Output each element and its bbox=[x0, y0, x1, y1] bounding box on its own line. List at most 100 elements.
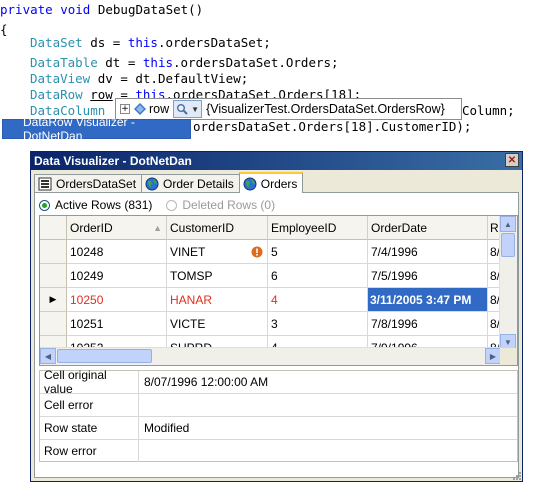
grid-cell[interactable]: 10248 bbox=[67, 240, 167, 264]
code-token: DataTable bbox=[30, 55, 98, 70]
datatip-value: {VisualizerTest.OrdersDataSet.OrdersRow} bbox=[206, 102, 445, 116]
scroll-left-icon[interactable]: ◀ bbox=[40, 348, 56, 364]
vertical-scroll-thumb[interactable] bbox=[501, 233, 515, 257]
grid-cell[interactable]: VICTE bbox=[167, 312, 268, 336]
detail-label: Row state bbox=[40, 417, 139, 439]
column-header-orderid[interactable]: OrderID ▲ bbox=[67, 216, 167, 240]
tab-orders[interactable]: Orders bbox=[238, 172, 304, 193]
column-header-label: CustomerID bbox=[170, 220, 235, 235]
code-line: ordersDataSet.Orders[18].CustomerID); bbox=[193, 117, 471, 137]
cell-text: VINET bbox=[170, 244, 206, 259]
grid-cell[interactable]: 4 bbox=[268, 288, 368, 312]
grid-cell[interactable]: 6 bbox=[268, 264, 368, 288]
column-header-employeeid[interactable]: EmployeeID bbox=[268, 216, 368, 240]
code-token: ds = bbox=[82, 35, 128, 50]
detail-label: Cell original value bbox=[40, 368, 139, 396]
code-token: ordersDataSet.Orders[18].CustomerID); bbox=[193, 119, 472, 134]
grid-cell[interactable]: 10250 bbox=[67, 288, 167, 312]
code-token: DataRow bbox=[30, 87, 83, 102]
grid-cell[interactable]: 5 bbox=[268, 240, 368, 264]
grid-cell[interactable]: 3 bbox=[268, 312, 368, 336]
row-details-panel: Cell original value 8/07/1996 12:00:00 A… bbox=[39, 368, 518, 463]
globe-icon bbox=[145, 177, 159, 191]
detail-row: Row error bbox=[40, 440, 517, 463]
code-token: dv = dt.DefaultView; bbox=[90, 71, 249, 86]
grid-cell[interactable]: 10249 bbox=[67, 264, 167, 288]
cell-error-icon bbox=[251, 246, 263, 258]
selected-grid-cell[interactable]: 3/11/2005 3:47 PM bbox=[368, 288, 488, 312]
column-header-label: OrderDate bbox=[371, 220, 428, 235]
tab-ordersdataset[interactable]: OrdersDataSet bbox=[34, 174, 143, 193]
corner-header bbox=[40, 216, 67, 240]
code-token: private bbox=[0, 2, 53, 17]
row-header[interactable] bbox=[40, 240, 67, 264]
code-token: Column; bbox=[462, 103, 515, 118]
code-token: this bbox=[127, 35, 158, 50]
grid-cell[interactable]: HANAR bbox=[167, 288, 268, 312]
code-token: .ordersDataSet.Orders; bbox=[173, 55, 339, 70]
active-rows-radio[interactable]: Active Rows (831) bbox=[39, 198, 152, 212]
grid-cell[interactable]: 7/5/1996 bbox=[368, 264, 488, 288]
code-token: DataView bbox=[30, 71, 91, 86]
tab-label: Orders bbox=[260, 176, 298, 191]
code-token: DebugDataSet() bbox=[90, 2, 204, 17]
code-token: this bbox=[142, 55, 173, 70]
grid-cell[interactable]: 7/8/1996 bbox=[368, 312, 488, 336]
scroll-right-icon[interactable]: ▶ bbox=[485, 348, 501, 364]
detail-label: Cell error bbox=[40, 394, 139, 416]
data-visualizer-window: Data Visualizer - DotNetDan ✕ OrdersData… bbox=[30, 151, 523, 482]
grid-cell[interactable]: 7/4/1996 bbox=[368, 240, 488, 264]
column-header-label: OrderID bbox=[70, 220, 113, 235]
row-header[interactable] bbox=[40, 312, 67, 336]
column-header-label: EmployeeID bbox=[271, 220, 337, 235]
radio-selected-icon bbox=[39, 199, 50, 211]
scroll-corner bbox=[500, 348, 517, 365]
horizontal-scroll-thumb[interactable] bbox=[57, 349, 152, 363]
grid-cell[interactable]: TOMSP bbox=[167, 264, 268, 288]
orders-tab-page: Active Rows (831) Deleted Rows (0) Order… bbox=[34, 192, 519, 478]
tab-label: Order Details bbox=[163, 177, 234, 191]
menu-item-datarow-visualizer[interactable]: DataRow Visualizer - DotNetDan bbox=[2, 115, 191, 143]
code-line: { bbox=[0, 20, 8, 40]
detail-row: Cell error bbox=[40, 394, 517, 417]
code-token: dt = bbox=[97, 55, 143, 70]
detail-label: Row error bbox=[40, 440, 139, 462]
code-token: .ordersDataSet; bbox=[157, 35, 271, 50]
close-button[interactable]: ✕ bbox=[505, 153, 519, 167]
code-token: DataSet bbox=[30, 35, 83, 50]
detail-value: 8/07/1996 12:00:00 AM bbox=[144, 375, 269, 389]
column-header-customerid[interactable]: CustomerID bbox=[167, 216, 268, 240]
code-token: void bbox=[60, 2, 91, 17]
title-bar[interactable]: Data Visualizer - DotNetDan ✕ bbox=[31, 152, 522, 170]
sort-ascending-icon: ▲ bbox=[153, 222, 162, 233]
deleted-rows-radio[interactable]: Deleted Rows (0) bbox=[166, 198, 275, 212]
dropdown-arrow-icon: ▼ bbox=[191, 104, 200, 114]
grid-cell[interactable]: VINET bbox=[167, 240, 268, 264]
current-row-indicator[interactable]: ▶ bbox=[40, 288, 67, 312]
orders-grid[interactable]: OrderID ▲ CustomerID EmployeeID OrderDat… bbox=[39, 215, 518, 366]
row-header[interactable] bbox=[40, 264, 67, 288]
window-title: Data Visualizer - DotNetDan bbox=[34, 154, 192, 168]
tab-order-details[interactable]: Order Details bbox=[141, 174, 240, 193]
vertical-scrollbar[interactable]: ▲ ▼ bbox=[499, 216, 517, 350]
dataset-icon bbox=[38, 177, 52, 191]
detail-row: Cell original value 8/07/1996 12:00:00 A… bbox=[40, 368, 517, 396]
globe-icon bbox=[243, 177, 257, 190]
column-header-orderdate[interactable]: OrderDate bbox=[368, 216, 488, 240]
tab-label: OrdersDataSet bbox=[56, 177, 137, 191]
row-filter: Active Rows (831) Deleted Rows (0) bbox=[39, 196, 289, 214]
hovered-variable[interactable]: row bbox=[90, 87, 113, 102]
resize-grip-icon[interactable] bbox=[511, 470, 521, 480]
horizontal-scrollbar[interactable]: ◀ ▶ bbox=[40, 347, 501, 365]
detail-row: Row state Modified bbox=[40, 417, 517, 440]
radio-label: Deleted Rows (0) bbox=[182, 198, 276, 212]
tab-strip: OrdersDataSet Order Details Orders bbox=[34, 172, 304, 193]
radio-icon bbox=[166, 199, 178, 211]
radio-label: Active Rows (831) bbox=[55, 198, 153, 212]
code-token: { bbox=[0, 22, 8, 37]
magnifier-icon bbox=[177, 104, 188, 115]
scroll-up-icon[interactable]: ▲ bbox=[500, 216, 516, 232]
grid-cell[interactable]: 10251 bbox=[67, 312, 167, 336]
detail-value: Modified bbox=[144, 421, 190, 435]
expand-icon[interactable]: + bbox=[120, 104, 130, 114]
